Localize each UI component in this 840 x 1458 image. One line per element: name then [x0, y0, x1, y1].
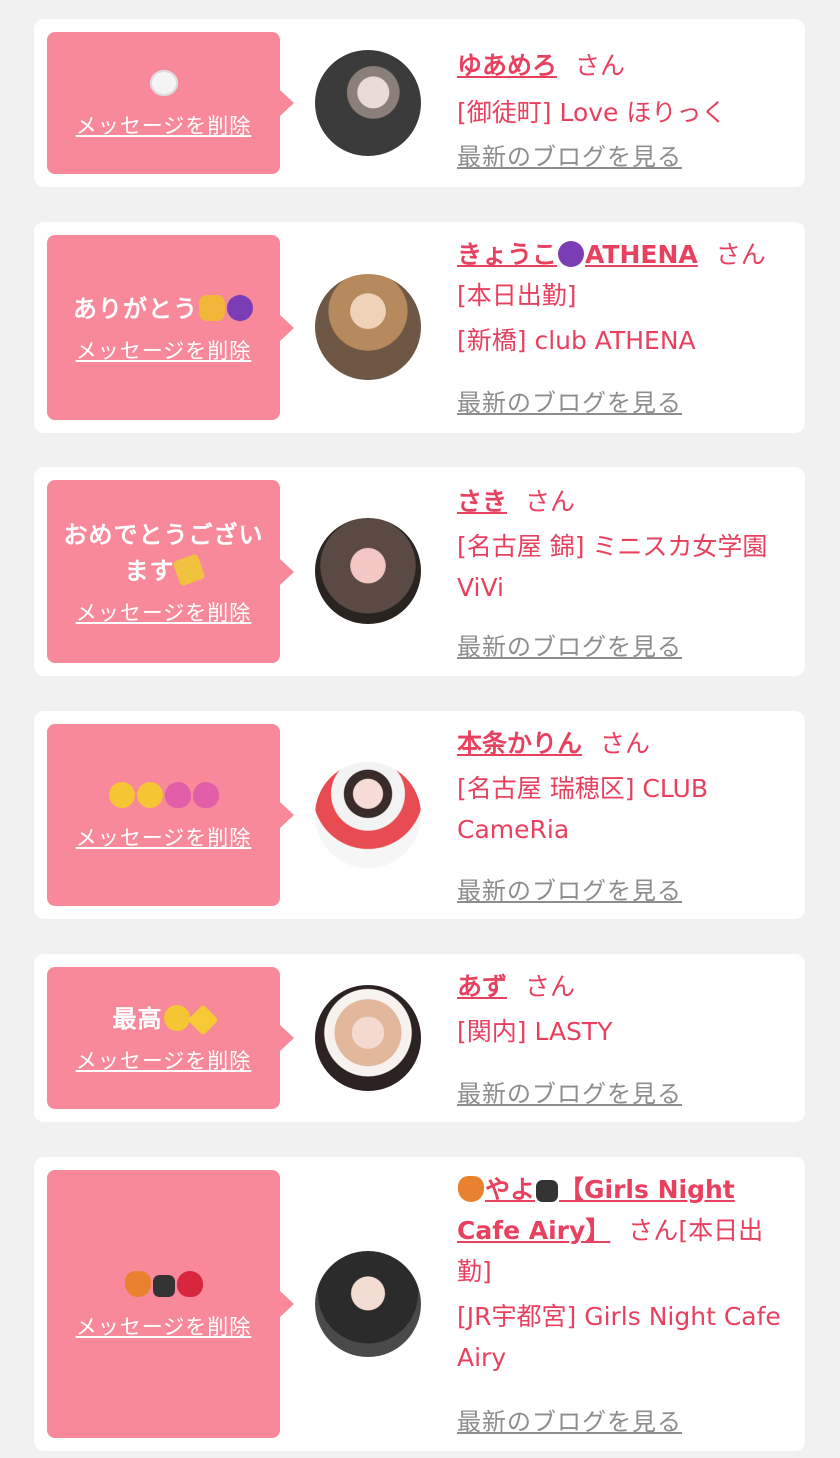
message-text [98, 778, 230, 814]
paw-prints-icon [152, 1275, 175, 1297]
latest-blog-link[interactable]: 最新のブログを見る [457, 871, 682, 906]
cast-name-link[interactable]: きょうこ ATHENA [457, 240, 698, 269]
message-card: 最高 メッセージを削除 あず さん [関内] LASTY 最新のブログを見る [34, 954, 805, 1122]
latest-blog-link[interactable]: 最新のブログを見る [457, 383, 682, 418]
cast-info: 本条かりん さん [名古屋 瑞穂区] CLUB CameRia [457, 723, 782, 850]
message-bubble: おめでとうございます メッセージを削除 [47, 480, 294, 663]
delete-message-link[interactable]: メッセージを削除 [76, 335, 252, 365]
message-card: ありがとう メッセージを削除 きょうこ ATHENA さん [本日出勤] [新橋] c… [34, 222, 805, 433]
avatar[interactable] [315, 518, 421, 624]
message-bubble: メッセージを削除 [47, 724, 294, 906]
shop-name: [新橋] club ATHENA [457, 326, 696, 355]
message-card: おめでとうございます メッセージを削除 さき さん [名古屋 錦] ミニスカ女学園… [34, 467, 805, 676]
fox-icon [124, 1271, 151, 1297]
message-card: メッセージを削除 ゆあめろ さん [御徒町] Love ほりっく 最新のブログを見… [34, 19, 805, 187]
shop-name: [名古屋 錦] ミニスカ女学園ViVi [457, 532, 768, 602]
message-text [114, 1267, 214, 1303]
red-heart-icon [176, 1271, 203, 1297]
honorific: さん [525, 972, 576, 1001]
honorific: さん [628, 1216, 679, 1245]
message-bubble: メッセージを削除 [47, 1170, 294, 1438]
delete-message-link[interactable]: メッセージを削除 [76, 1311, 252, 1341]
avatar[interactable] [315, 1251, 421, 1357]
latest-blog-link[interactable]: 最新のブログを見る [457, 627, 682, 662]
avatar[interactable] [315, 762, 421, 868]
cast-info: やよ 【Girls Night Cafe Airy】 さん[本日出勤] [JR宇都宮… [457, 1169, 782, 1378]
shop-name: [名古屋 瑞穂区] CLUB CameRia [457, 774, 708, 844]
fox-icon [458, 1176, 484, 1202]
message-bubble: ありがとう メッセージを削除 [47, 235, 294, 420]
cast-info: あず さん [関内] LASTY [457, 966, 782, 1052]
paw-prints-icon [536, 1180, 559, 1202]
honorific: さん [575, 51, 626, 80]
honorific: さん [715, 240, 766, 269]
cast-info: ゆあめろ さん [御徒町] Love ほりっく [457, 45, 782, 133]
message-card: メッセージを削除 やよ 【Girls Night Cafe Airy】 さん[本日出… [34, 1157, 805, 1451]
message-bubble: 最高 メッセージを削除 [47, 967, 294, 1109]
heart-hands-icon [199, 294, 225, 321]
honorific: さん [525, 487, 576, 516]
cast-info: きょうこ ATHENA さん [本日出勤] [新橋] club ATHENA [457, 234, 782, 361]
message-text: おめでとうございます [63, 520, 264, 587]
latest-blog-link[interactable]: 最新のブログを見る [457, 1074, 682, 1109]
avatar[interactable] [315, 985, 421, 1091]
delete-message-link[interactable]: メッセージを削除 [76, 110, 252, 140]
smiling-devil-icon [227, 294, 253, 321]
star-icon [186, 1004, 219, 1036]
message-card: メッセージを削除 本条かりん さん [名古屋 瑞穂区] CLUB CameRia … [34, 711, 805, 919]
grinning-squint-icon [163, 1005, 190, 1031]
message-text: ありがとう [63, 291, 264, 327]
message-text: 最高 [103, 1001, 225, 1037]
pleading-face-icon [108, 782, 135, 808]
avatar[interactable] [315, 274, 421, 380]
pleading-face-icon [136, 782, 163, 808]
pink-heart-icon [164, 782, 191, 808]
cast-name-link[interactable]: 本条かりん [457, 729, 582, 758]
latest-blog-link[interactable]: 最新のブログを見る [457, 1402, 682, 1437]
pink-heart-icon [192, 782, 219, 808]
attendance-status: [本日出勤] [457, 281, 577, 310]
smiling-devil-icon [558, 241, 585, 267]
message-bubble: メッセージを削除 [47, 32, 294, 174]
party-popper-icon [171, 552, 206, 587]
shop-name: [JR宇都宮] Girls Night Cafe Airy [457, 1302, 781, 1372]
cast-name-link[interactable]: あず [457, 972, 507, 1001]
shop-name: [関内] LASTY [457, 1017, 613, 1046]
honorific: さん [600, 729, 651, 758]
cast-name-link[interactable]: ゆあめろ [457, 51, 557, 80]
avatar[interactable] [315, 50, 421, 156]
cast-name-link[interactable]: さき [457, 487, 507, 516]
message-text [139, 66, 189, 102]
latest-blog-link[interactable]: 最新のブログを見る [457, 137, 682, 172]
cast-info: さき さん [名古屋 錦] ミニスカ女学園ViVi [457, 481, 782, 608]
white-heart-icon [149, 70, 178, 96]
delete-message-link[interactable]: メッセージを削除 [76, 822, 252, 852]
delete-message-link[interactable]: メッセージを削除 [76, 1045, 252, 1075]
shop-name: [御徒町] Love ほりっく [457, 98, 727, 127]
delete-message-link[interactable]: メッセージを削除 [76, 597, 252, 627]
